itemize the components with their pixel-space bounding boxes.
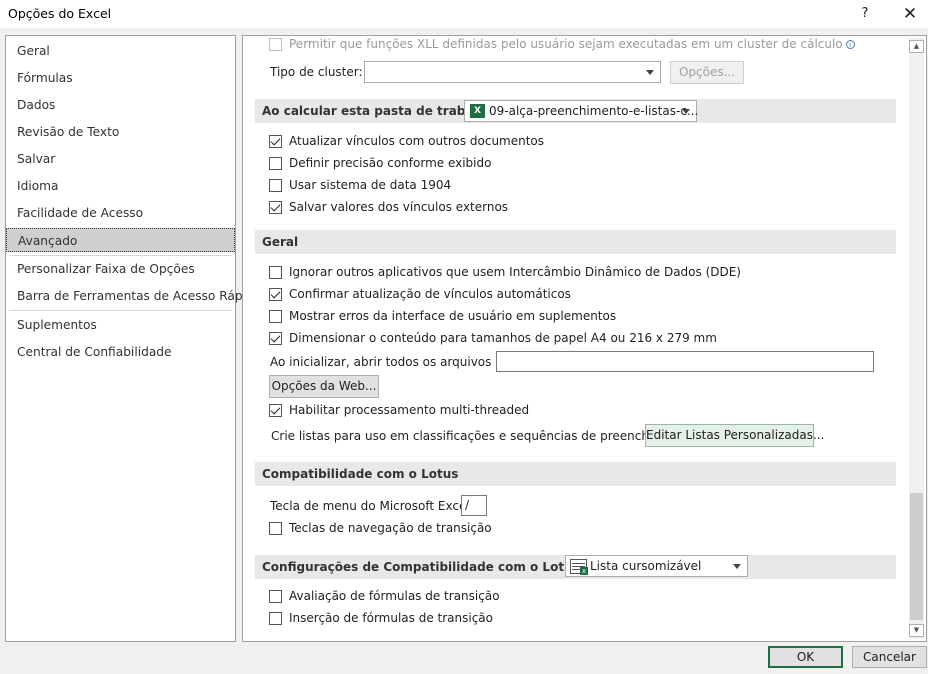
cluster-type-select[interactable]	[364, 61, 661, 83]
workbook-select[interactable]: X 09-alça-preenchimento-e-listas-c...	[464, 100, 698, 122]
confirm-links-option[interactable]: Confirmar atualização de vínculos automá…	[269, 284, 571, 304]
xll-cluster-option[interactable]: Permitir que funções XLL definidas pelo …	[269, 36, 855, 54]
precision-as-displayed-option[interactable]: Definir precisão conforme exibido	[269, 153, 491, 173]
sheet-list-icon	[570, 559, 588, 575]
scroll-down-icon[interactable]: ▼	[909, 624, 924, 637]
ignore-dde-option[interactable]: Ignorar outros aplicativos que usem Inte…	[269, 262, 741, 282]
scroll-up-icon[interactable]: ▲	[909, 40, 924, 53]
custom-lists-label: Crie listas para uso em classificações e…	[271, 429, 696, 443]
vertical-scrollbar[interactable]: ▲ ▼	[909, 38, 924, 639]
transition-formula-eval-option[interactable]: Avaliação de fórmulas de transição	[269, 586, 500, 606]
multithread-option[interactable]: Habilitar processamento multi-threaded	[269, 400, 529, 420]
nav-item-central-confiabilidade[interactable]: Central de Confiabilidade	[6, 340, 235, 364]
category-nav: Geral Fórmulas Dados Revisão de Texto Sa…	[5, 35, 261, 642]
section-header-geral: Geral	[255, 230, 896, 254]
xll-cluster-checkbox[interactable]	[269, 37, 282, 51]
transition-nav-keys-checkbox[interactable]	[269, 521, 282, 535]
date-1904-option[interactable]: Usar sistema de data 1904	[269, 175, 451, 195]
nav-divider	[9, 310, 232, 311]
startup-folder-label: Ao inicializar, abrir todos os arquivos …	[270, 355, 519, 369]
info-icon: i	[845, 39, 855, 49]
close-button[interactable]: ✕	[895, 3, 925, 25]
cluster-type-label: Tipo de cluster:	[270, 65, 363, 79]
ok-button[interactable]: OK	[768, 646, 843, 668]
ignore-dde-checkbox[interactable]	[269, 265, 282, 279]
nav-item-dados[interactable]: Dados	[6, 93, 235, 117]
window-title: Opções do Excel	[8, 6, 112, 21]
title-bar: Opções do Excel ? ✕	[0, 0, 928, 28]
nav-item-salvar[interactable]: Salvar	[6, 147, 235, 171]
web-options-button[interactable]: Opções da Web...	[269, 375, 379, 398]
chevron-down-icon	[682, 109, 690, 114]
save-external-links-option[interactable]: Salvar valores dos vínculos externos	[269, 197, 508, 217]
nav-item-idioma[interactable]: Idioma	[6, 174, 235, 198]
nav-item-suplementos[interactable]: Suplementos	[6, 313, 235, 337]
date-1904-checkbox[interactable]	[269, 178, 282, 192]
update-links-checkbox[interactable]	[269, 134, 282, 148]
addin-errors-option[interactable]: Mostrar erros da interface de usuário em…	[269, 306, 616, 326]
cluster-options-button[interactable]: Opções...	[670, 61, 744, 84]
addin-errors-checkbox[interactable]	[269, 309, 282, 323]
nav-item-facilidade-de-acesso[interactable]: Facilidade de Acesso	[6, 201, 235, 225]
nav-item-revisao-de-texto[interactable]: Revisão de Texto	[6, 120, 235, 144]
excel-file-icon: X	[470, 104, 485, 118]
section-header-lotus: Compatibilidade com o Lotus	[255, 462, 896, 486]
transition-formula-entry-option[interactable]: Inserção de fórmulas de transição	[269, 608, 493, 628]
update-links-option[interactable]: Atualizar vínculos com outros documentos	[269, 131, 544, 151]
menu-key-input[interactable]: /	[461, 495, 487, 516]
startup-folder-input[interactable]	[496, 351, 874, 372]
scale-paper-checkbox[interactable]	[269, 331, 282, 345]
options-panel: Permitir que funções XLL definidas pelo …	[242, 35, 927, 642]
transition-formula-eval-checkbox[interactable]	[269, 589, 282, 603]
nav-divider	[9, 255, 232, 256]
precision-checkbox[interactable]	[269, 156, 282, 170]
confirm-links-checkbox[interactable]	[269, 287, 282, 301]
menu-key-label: Tecla de menu do Microsoft Excel:	[270, 499, 474, 513]
nav-item-formulas[interactable]: Fórmulas	[6, 66, 235, 90]
cancel-button[interactable]: Cancelar	[852, 646, 927, 668]
save-external-links-checkbox[interactable]	[269, 200, 282, 214]
edit-custom-lists-button[interactable]: Editar Listas Personalizadas...	[645, 424, 824, 447]
transition-formula-entry-checkbox[interactable]	[269, 611, 282, 625]
nav-item-geral[interactable]: Geral	[6, 39, 235, 63]
chevron-down-icon	[646, 70, 654, 75]
lotus-sheet-select[interactable]: Lista cursomizável	[565, 555, 748, 577]
scroll-thumb[interactable]	[910, 493, 923, 620]
transition-nav-keys-option[interactable]: Teclas de navegação de transição	[269, 518, 492, 538]
xll-cluster-label: Permitir que funções XLL definidas pelo …	[289, 37, 843, 51]
nav-item-avancado[interactable]: Avançado	[6, 228, 235, 252]
nav-item-barra-acesso-rapido[interactable]: Barra de Ferramentas de Acesso Rápido	[6, 284, 261, 308]
chevron-down-icon	[733, 564, 741, 569]
nav-item-personalizar-faixa[interactable]: Personalizar Faixa de Opções	[6, 257, 235, 281]
scale-paper-option[interactable]: Dimensionar o conteúdo para tamanhos de …	[269, 328, 717, 348]
help-button[interactable]: ?	[852, 3, 878, 25]
multithread-checkbox[interactable]	[269, 403, 282, 417]
